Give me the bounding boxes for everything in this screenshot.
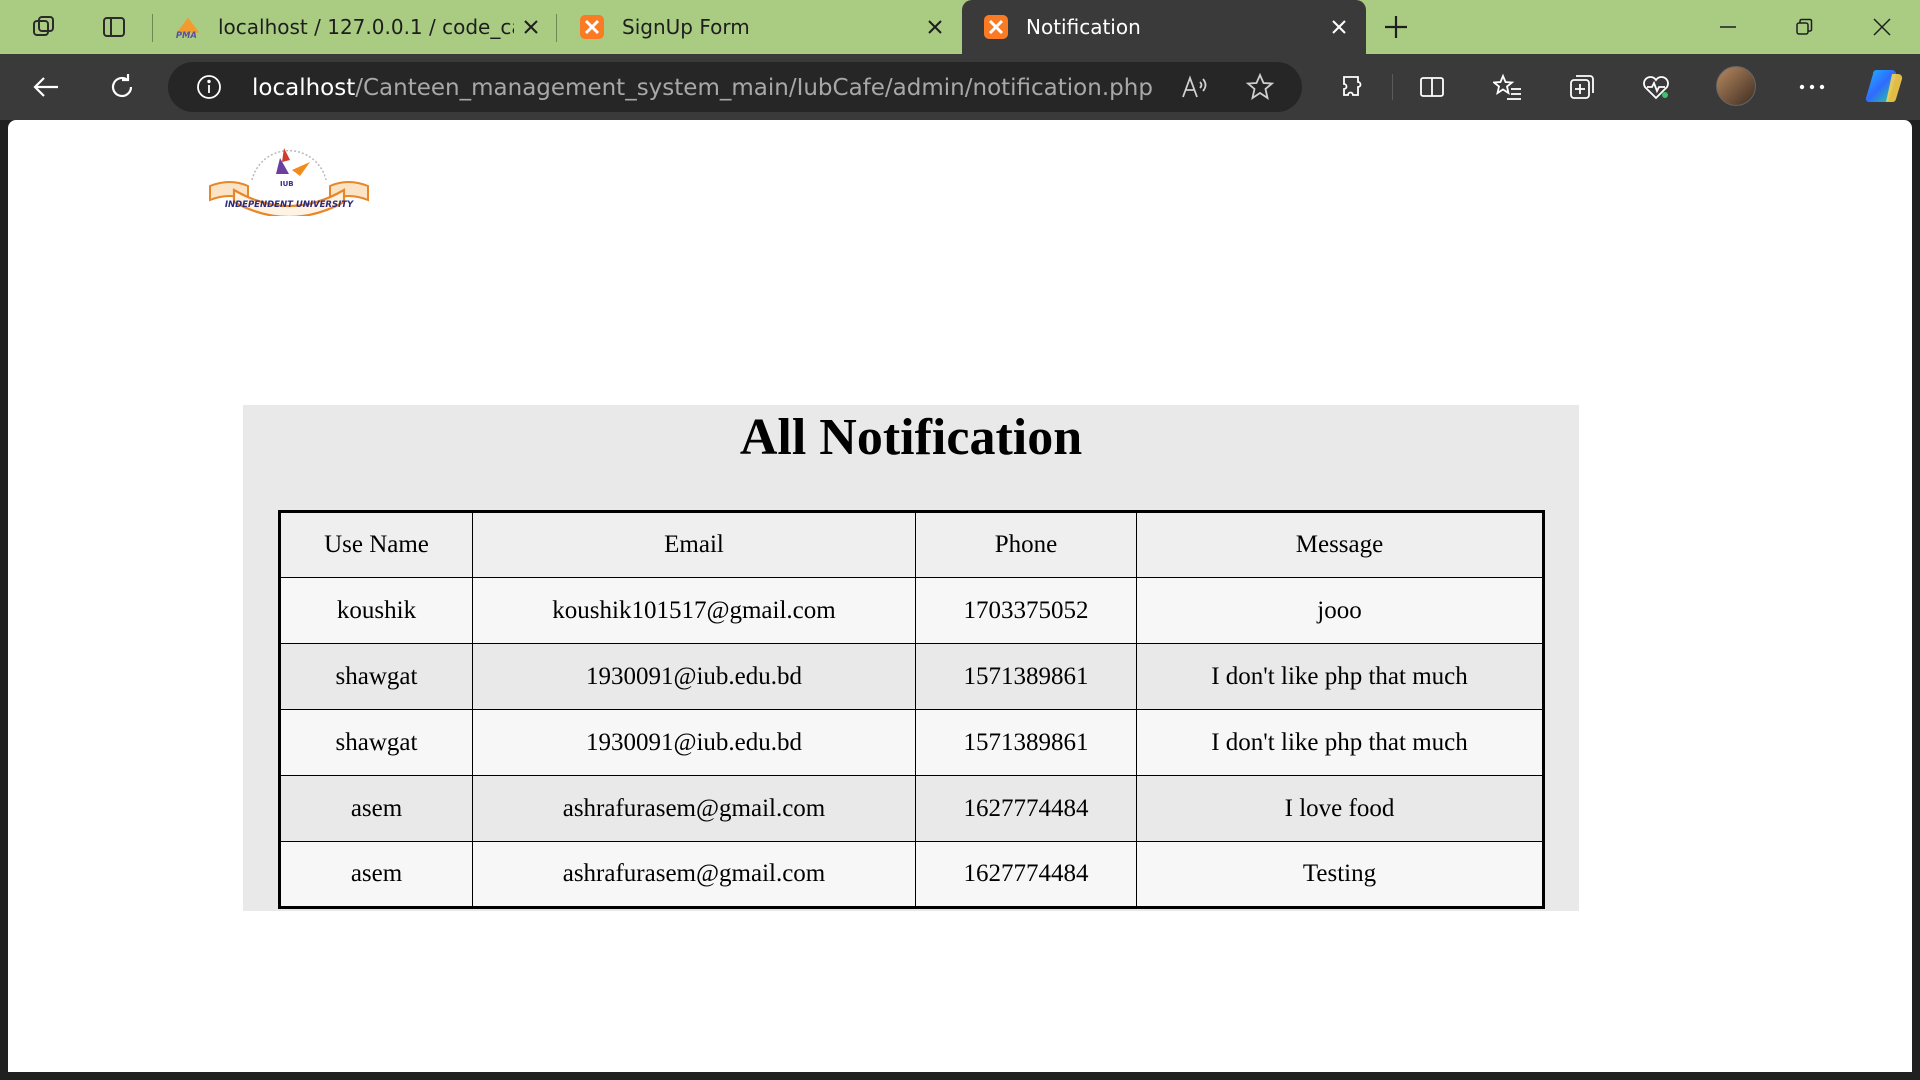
cell-email: 1930091@iub.edu.bd xyxy=(472,643,916,710)
workspaces-icon[interactable] xyxy=(28,11,60,43)
url-text[interactable]: localhost/Canteen_management_system_main… xyxy=(252,75,1153,101)
column-header-username: Use Name xyxy=(279,511,473,578)
new-tab-icon[interactable] xyxy=(1380,11,1412,43)
close-tab-icon[interactable] xyxy=(1328,16,1350,38)
university-logo: IUB INDEPENDENT UNIVERSITY xyxy=(200,134,378,218)
read-aloud-icon[interactable] xyxy=(1180,73,1210,106)
cell-phone: 1571389861 xyxy=(915,643,1137,710)
close-tab-icon[interactable] xyxy=(924,16,946,38)
cell-message: Testing xyxy=(1136,841,1544,908)
refresh-icon[interactable] xyxy=(104,69,140,105)
cell-message: I don't like php that much xyxy=(1136,643,1544,710)
column-header-message: Message xyxy=(1136,511,1544,578)
table-row: koushik koushik101517@gmail.com 17033750… xyxy=(279,577,1544,644)
table-row: asem ashrafurasem@gmail.com 1627774484 T… xyxy=(279,841,1544,908)
browser-toolbar: localhost/Canteen_management_system_main… xyxy=(0,54,1920,120)
cell-username: shawgat xyxy=(279,643,473,710)
svg-text:INDEPENDENT UNIVERSITY: INDEPENDENT UNIVERSITY xyxy=(225,200,354,210)
cell-username: asem xyxy=(279,841,473,908)
column-header-phone: Phone xyxy=(915,511,1137,578)
phpmyadmin-icon: PMA xyxy=(174,13,202,41)
tab-signup-form[interactable]: SignUp Form xyxy=(558,0,954,54)
xampp-icon xyxy=(578,13,606,41)
cell-message: jooo xyxy=(1136,577,1544,644)
back-icon[interactable] xyxy=(28,69,64,105)
notification-panel: All Notification Use Name Email Phone Me… xyxy=(243,405,1579,911)
minimize-icon[interactable] xyxy=(1708,10,1748,44)
close-tab-icon[interactable] xyxy=(520,16,542,38)
cell-phone: 1703375052 xyxy=(915,577,1137,644)
tab-notification[interactable]: Notification xyxy=(962,0,1366,54)
cell-phone: 1627774484 xyxy=(915,841,1137,908)
favorites-icon[interactable] xyxy=(1490,69,1526,105)
svg-text:PMA: PMA xyxy=(176,30,197,40)
tab-title: Notification xyxy=(1026,15,1141,39)
page-title: All Notification xyxy=(739,409,1083,466)
more-options-icon[interactable] xyxy=(1794,69,1830,105)
cell-email: koushik101517@gmail.com xyxy=(472,577,916,644)
notification-table: Use Name Email Phone Message koushik kou… xyxy=(278,510,1545,909)
split-screen-icon[interactable] xyxy=(1414,69,1450,105)
cell-message: I love food xyxy=(1136,775,1544,842)
cell-phone: 1571389861 xyxy=(915,709,1137,776)
browser-essentials-icon[interactable] xyxy=(1638,69,1674,105)
tab-title: SignUp Form xyxy=(622,15,750,39)
cell-username: shawgat xyxy=(279,709,473,776)
tab-strip: PMA localhost / 127.0.0.1 / code_camp Si… xyxy=(0,0,1920,54)
cell-username: asem xyxy=(279,775,473,842)
xampp-icon xyxy=(982,13,1010,41)
copilot-icon[interactable] xyxy=(1865,68,1906,106)
table-row: shawgat 1930091@iub.edu.bd 1571389861 I … xyxy=(279,643,1544,710)
vertical-tabs-icon[interactable] xyxy=(98,11,130,43)
cell-phone: 1627774484 xyxy=(915,775,1137,842)
tab-title: localhost / 127.0.0.1 / code_camp xyxy=(218,15,514,39)
collections-icon[interactable] xyxy=(1564,69,1600,105)
cell-message: I don't like php that much xyxy=(1136,709,1544,776)
address-bar[interactable]: localhost/Canteen_management_system_main… xyxy=(168,62,1302,112)
table-row: asem ashrafurasem@gmail.com 1627774484 I… xyxy=(279,775,1544,842)
tab-phpmyadmin[interactable]: PMA localhost / 127.0.0.1 / code_camp xyxy=(154,0,550,54)
cell-email: 1930091@iub.edu.bd xyxy=(472,709,916,776)
page-viewport: IUB INDEPENDENT UNIVERSITY All Notificat… xyxy=(8,120,1912,1072)
table-header-row: Use Name Email Phone Message xyxy=(279,511,1544,578)
restore-icon[interactable] xyxy=(1784,10,1824,44)
svg-text:IUB: IUB xyxy=(280,180,294,188)
cell-username: koushik xyxy=(279,577,473,644)
table-row: shawgat 1930091@iub.edu.bd 1571389861 I … xyxy=(279,709,1544,776)
cell-email: ashrafurasem@gmail.com xyxy=(472,841,916,908)
cell-email: ashrafurasem@gmail.com xyxy=(472,775,916,842)
profile-avatar[interactable] xyxy=(1716,66,1756,106)
favorite-star-icon[interactable] xyxy=(1245,72,1275,106)
extensions-icon[interactable] xyxy=(1336,69,1372,105)
site-info-icon[interactable] xyxy=(196,74,222,105)
close-window-icon[interactable] xyxy=(1862,10,1902,44)
column-header-email: Email xyxy=(472,511,916,578)
